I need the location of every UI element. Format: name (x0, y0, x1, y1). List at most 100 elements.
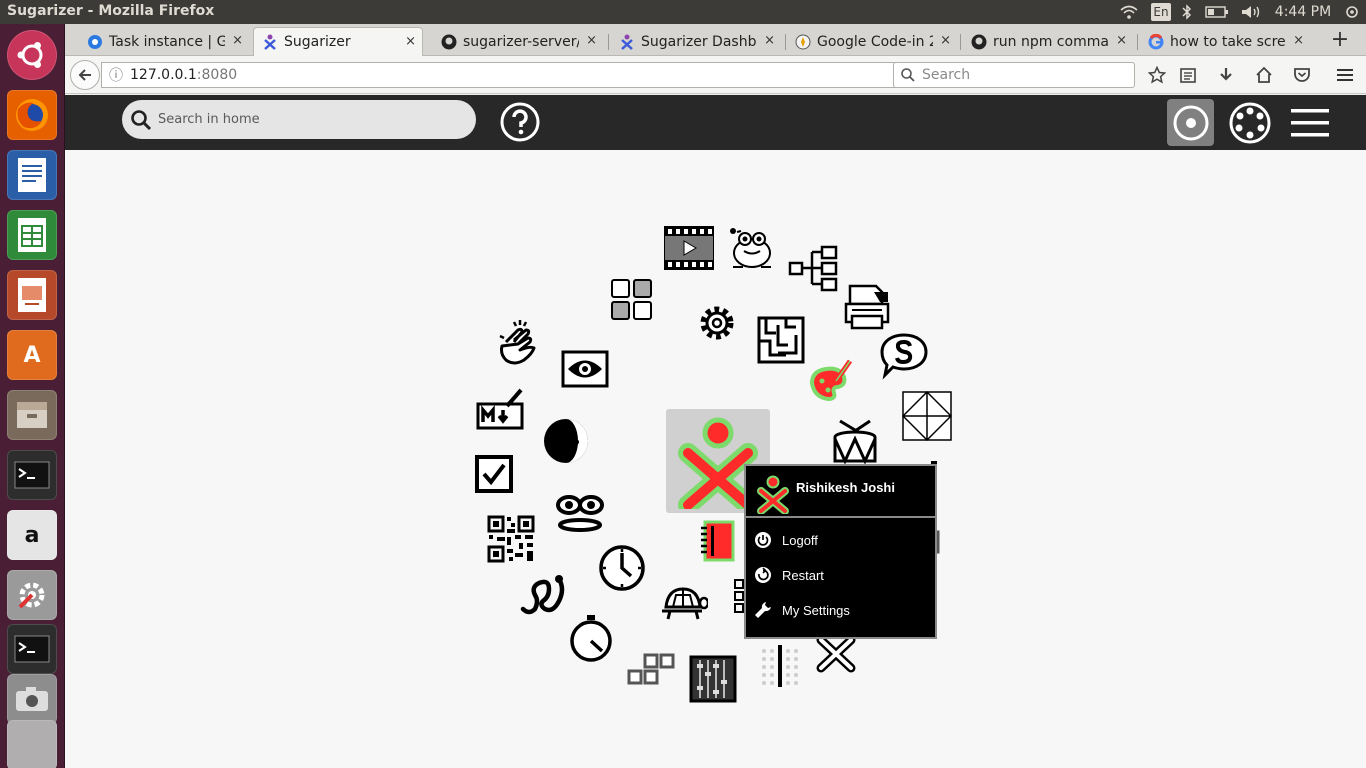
tab-task-instance[interactable]: Task instance | Go × (79, 27, 249, 56)
clap-activity-icon[interactable] (492, 316, 546, 370)
close-icon[interactable]: × (940, 33, 951, 48)
pocket-icon[interactable] (1290, 63, 1314, 87)
user-xo-icon (757, 475, 789, 514)
neighborhood-view-button[interactable] (1228, 101, 1272, 145)
bluetooth-icon[interactable] (1180, 0, 1194, 24)
tab-label: Google Code-in 20 (817, 33, 933, 50)
calc-icon[interactable] (7, 210, 57, 260)
abacus-activity-icon[interactable] (686, 652, 740, 706)
popup-header: Rishikesh Joshi (746, 466, 935, 518)
tab-sugarizer-server[interactable]: sugarizer-server/ × (433, 27, 603, 56)
power-icon (752, 529, 774, 551)
keyboard-language-indicator[interactable]: En (1151, 3, 1171, 21)
browser-search-input[interactable]: Search (893, 62, 1135, 88)
new-tab-button[interactable]: + (1325, 26, 1355, 54)
firefox-icon[interactable] (7, 90, 57, 140)
download-icon[interactable] (1214, 63, 1238, 87)
dots-activity-icon[interactable] (752, 639, 806, 693)
frog-activity-icon[interactable] (725, 221, 779, 275)
drum-activity-icon[interactable] (828, 415, 882, 469)
radial-view-icon (1173, 105, 1208, 140)
help-icon (500, 102, 540, 142)
url-port: :8080 (196, 67, 238, 83)
grid-activity-icon[interactable] (721, 572, 745, 626)
clock[interactable]: 4:44 PM (1270, 0, 1336, 24)
tab-separator (785, 34, 786, 50)
close-icon[interactable]: × (1116, 33, 1127, 48)
restart-menu-item[interactable]: Restart (752, 561, 932, 589)
speak-activity-icon[interactable] (877, 329, 931, 383)
mindmap-activity-icon[interactable] (786, 242, 840, 296)
battery-icon[interactable] (1204, 0, 1230, 24)
tab-sugarizer[interactable]: Sugarizer × (253, 27, 423, 56)
github-icon (441, 34, 457, 50)
tab-how-to-screenshot[interactable]: how to take scree × (1140, 27, 1310, 56)
menu-icon[interactable] (1333, 63, 1357, 87)
url-bar[interactable]: ⓘ 127.0.0.1:8080 (101, 62, 949, 88)
tab-sugarizer-dashboard[interactable]: Sugarizer Dashbo × (611, 27, 781, 56)
reading-list-icon[interactable] (1176, 63, 1200, 87)
radial-view-button[interactable] (1167, 99, 1214, 146)
clock-activity-icon[interactable] (595, 541, 649, 595)
home-icon[interactable] (1252, 63, 1276, 87)
qrcode-activity-icon[interactable] (484, 512, 538, 566)
tangram-activity-icon[interactable] (900, 389, 954, 443)
wifi-icon[interactable] (1118, 0, 1140, 24)
url-host: 127.0.0.1 (130, 67, 197, 83)
snake-activity-icon[interactable] (517, 569, 571, 623)
close-icon[interactable]: × (764, 33, 775, 48)
tab-separator (960, 34, 961, 50)
amazon-icon[interactable]: a (7, 510, 57, 560)
tab-run-npm[interactable]: run npm comman × (963, 27, 1133, 56)
info-icon[interactable]: ⓘ (102, 65, 130, 85)
markdown-activity-icon[interactable] (473, 382, 527, 436)
my-settings-menu-item[interactable]: My Settings (752, 596, 932, 624)
printer-activity-icon[interactable] (840, 280, 894, 334)
impress-icon[interactable] (7, 270, 57, 320)
eye-activity-icon[interactable] (558, 342, 612, 396)
screenshot-icon[interactable] (7, 674, 57, 724)
writer-icon[interactable] (7, 150, 57, 200)
terminal-2-icon[interactable] (7, 624, 57, 674)
abc-activity-icon[interactable] (604, 272, 658, 326)
video-activity-icon[interactable] (662, 221, 716, 275)
notebook-activity-icon[interactable] (691, 514, 745, 568)
browser-search-placeholder: Search (922, 67, 971, 83)
close-icon[interactable]: × (405, 34, 416, 49)
software-center-icon[interactable]: A (7, 330, 57, 380)
files-icon[interactable] (7, 390, 57, 440)
gears-activity-icon[interactable] (690, 296, 744, 350)
tab-google-codein[interactable]: Google Code-in 20 × (787, 27, 957, 56)
bookmark-star-icon[interactable] (1145, 63, 1169, 87)
close-icon[interactable]: × (232, 33, 243, 48)
tiles-activity-icon[interactable] (623, 641, 677, 695)
google-icon (1148, 33, 1164, 50)
github-icon (971, 34, 987, 50)
home-search-input[interactable] (158, 112, 458, 127)
list-view-icon (1291, 109, 1329, 137)
tab-label: run npm comman (993, 33, 1109, 50)
home-search-box[interactable] (122, 100, 476, 139)
paint-activity-icon[interactable] (804, 355, 858, 409)
moon-activity-icon[interactable] (539, 414, 593, 468)
back-arrow-icon (78, 69, 91, 81)
logoff-menu-item[interactable]: Logoff (752, 526, 932, 554)
labyrinth-activity-icon[interactable] (754, 313, 808, 367)
power-settings-icon[interactable] (1344, 0, 1360, 24)
close-icon[interactable]: × (586, 33, 597, 48)
ubuntu-dash-icon[interactable] (7, 30, 57, 80)
back-button[interactable] (70, 60, 100, 90)
volume-icon[interactable] (1240, 0, 1262, 24)
checkbox-activity-icon[interactable] (467, 447, 521, 501)
terminal-icon[interactable] (7, 450, 57, 500)
workspaces-icon[interactable] (7, 720, 57, 768)
neighborhood-view-icon (1229, 102, 1271, 144)
system-settings-icon[interactable] (7, 570, 57, 620)
list-view-button[interactable] (1289, 103, 1331, 143)
close-icon[interactable]: × (1293, 33, 1304, 48)
help-button[interactable] (500, 102, 540, 142)
stopwatch-activity-icon[interactable] (564, 611, 618, 665)
turtle-activity-icon[interactable] (656, 575, 710, 629)
eyes-activity-icon[interactable] (553, 483, 607, 537)
sugarizer-icon (619, 34, 635, 50)
